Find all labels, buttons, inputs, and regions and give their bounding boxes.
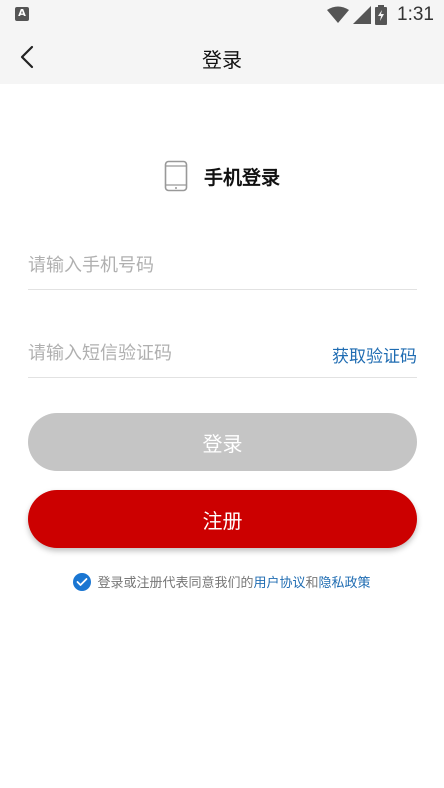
sms-code-field: 获取验证码 <box>28 328 417 378</box>
privacy-policy-link[interactable]: 隐私政策 <box>319 572 371 591</box>
login-method-title: 手机登录 <box>0 160 444 192</box>
sms-code-input[interactable] <box>28 336 308 370</box>
phone-field <box>28 240 417 290</box>
battery-icon <box>375 5 388 25</box>
agreement-row: 登录或注册代表同意我们的 用户协议 和 隐私政策 <box>0 572 444 591</box>
status-icons: 1:31 <box>327 4 434 26</box>
checkmark-icon <box>77 577 88 586</box>
page-title: 登录 <box>202 48 242 72</box>
wifi-icon <box>327 6 350 23</box>
login-button[interactable]: 登录 <box>28 413 417 471</box>
agreement-checkbox[interactable] <box>73 572 92 591</box>
register-button[interactable]: 注册 <box>28 490 417 548</box>
get-code-button[interactable]: 获取验证码 <box>332 342 417 367</box>
app-notification-icon: A <box>15 7 29 21</box>
agreement-prefix: 登录或注册代表同意我们的 <box>97 576 254 591</box>
mobile-phone-icon <box>164 160 188 192</box>
signal-icon <box>353 6 372 24</box>
agreement-conjunction: 和 <box>305 576 319 591</box>
login-method-label: 手机登录 <box>203 166 280 189</box>
user-agreement-link[interactable]: 用户协议 <box>253 572 305 591</box>
status-bar: A 1:31 <box>0 0 444 30</box>
clock: 1:31 <box>397 4 434 25</box>
app-header: 登录 <box>0 30 444 84</box>
phone-input[interactable] <box>28 248 308 282</box>
